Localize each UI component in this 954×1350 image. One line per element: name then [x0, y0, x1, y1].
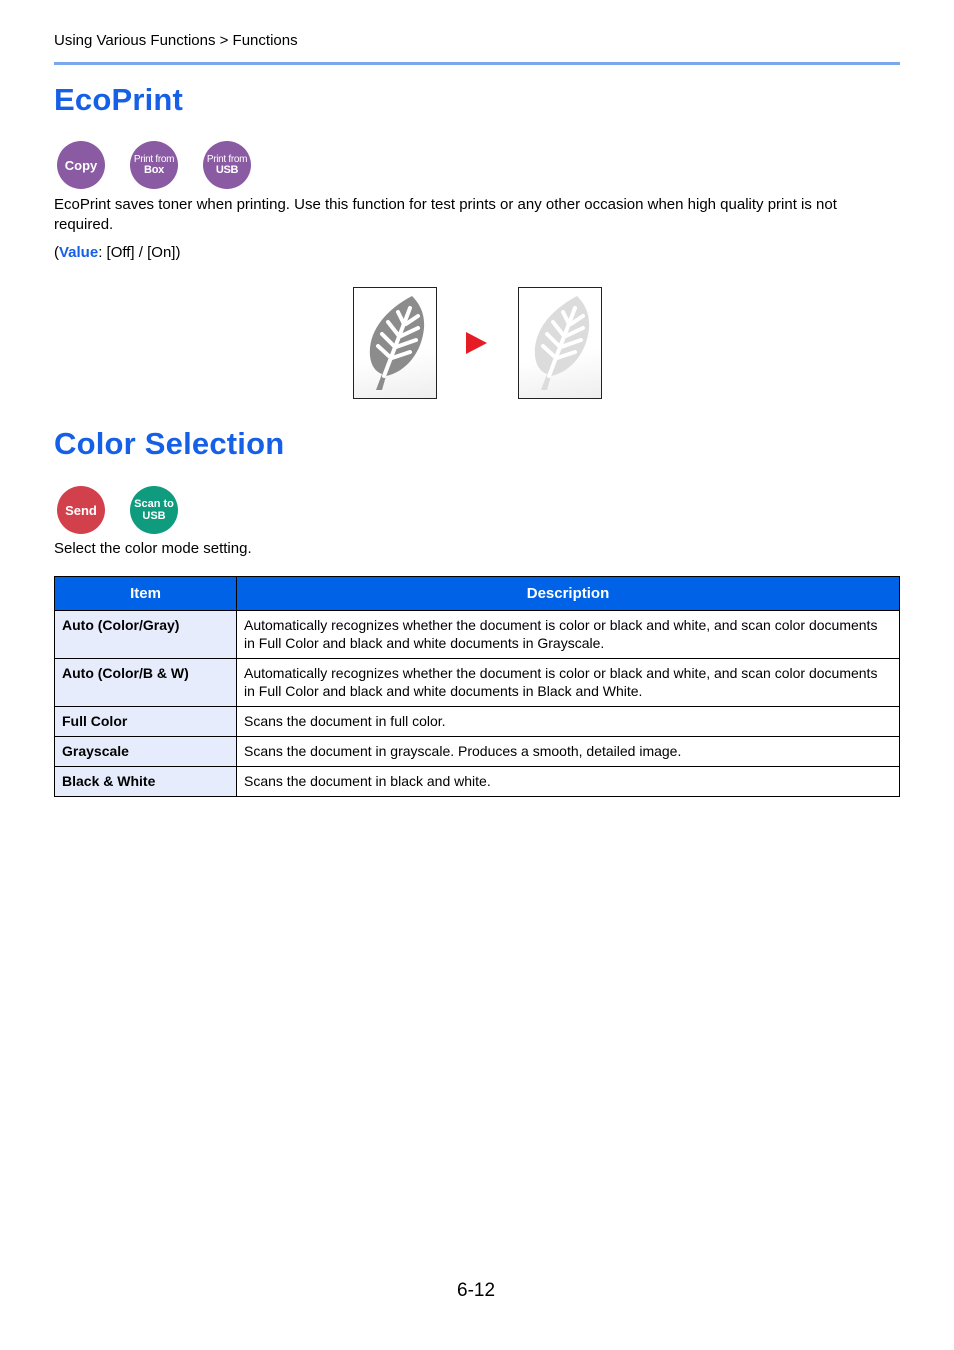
ecoprint-values: (Value: [Off] / [On]) [54, 243, 900, 263]
item-cell: Black & White [54, 766, 237, 797]
header-divider [54, 62, 900, 65]
badge-label: USB [142, 510, 166, 522]
item-cell: Auto (Color/Gray) [54, 610, 237, 659]
column-header-description: Description [236, 576, 900, 611]
item-cell: Full Color [54, 706, 237, 737]
description-cell: Scans the document in full color. [236, 706, 900, 737]
color-selection-function-badges: Send Scan to USB [57, 486, 178, 534]
table-row: Black & White Scans the document in blac… [54, 766, 900, 797]
item-cell: Auto (Color/B & W) [54, 658, 237, 707]
print-from-box-badge: Print from Box [130, 141, 178, 189]
color-selection-heading: Color Selection [54, 426, 285, 461]
badge-label: Send [65, 502, 97, 518]
table-row: Auto (Color/Gray) Automatically recogniz… [54, 610, 900, 659]
send-badge: Send [57, 486, 105, 534]
color-mode-table: Item Description Auto (Color/Gray) Autom… [54, 576, 900, 797]
ecoprint-function-badges: Copy Print from Box Print from USB [57, 141, 251, 189]
column-header-item: Item [54, 576, 237, 611]
color-selection-description: Select the color mode setting. [54, 540, 252, 557]
description-cell: Automatically recognizes whether the doc… [236, 658, 900, 707]
table-row: Full Color Scans the document in full co… [54, 706, 900, 737]
value-options: : [Off] / [On]) [98, 244, 181, 261]
description-cell: Automatically recognizes whether the doc… [236, 610, 900, 659]
badge-label: Scan to [134, 498, 174, 510]
item-cell: Grayscale [54, 736, 237, 767]
scan-to-usb-badge: Scan to USB [130, 486, 178, 534]
ecoprint-heading: EcoPrint [54, 82, 184, 117]
table-header-row: Item Description [54, 576, 900, 611]
leaf-normal-toner-illustration [353, 287, 437, 399]
badge-label: Box [144, 164, 164, 176]
ecoprint-description: EcoPrint saves toner when printing. Use … [54, 196, 837, 233]
copy-badge: Copy [57, 141, 105, 189]
table-row: Grayscale Scans the document in grayscal… [54, 736, 900, 767]
table-row: Auto (Color/B & W) Automatically recogni… [54, 658, 900, 707]
print-from-usb-badge: Print from USB [203, 141, 251, 189]
arrow-right-icon [466, 332, 487, 354]
breadcrumb: Using Various Functions > Functions [54, 32, 298, 49]
description-cell: Scans the document in grayscale. Produce… [236, 736, 900, 767]
badge-label: Copy [64, 157, 98, 173]
badge-label: USB [215, 164, 239, 176]
page-number: 6-12 [457, 1280, 496, 1301]
leaf-icon [369, 296, 425, 390]
leaf-light-icon [534, 296, 590, 390]
value-label: Value [59, 244, 99, 261]
leaf-reduced-toner-illustration [518, 287, 602, 399]
description-cell: Scans the document in black and white. [236, 766, 900, 797]
